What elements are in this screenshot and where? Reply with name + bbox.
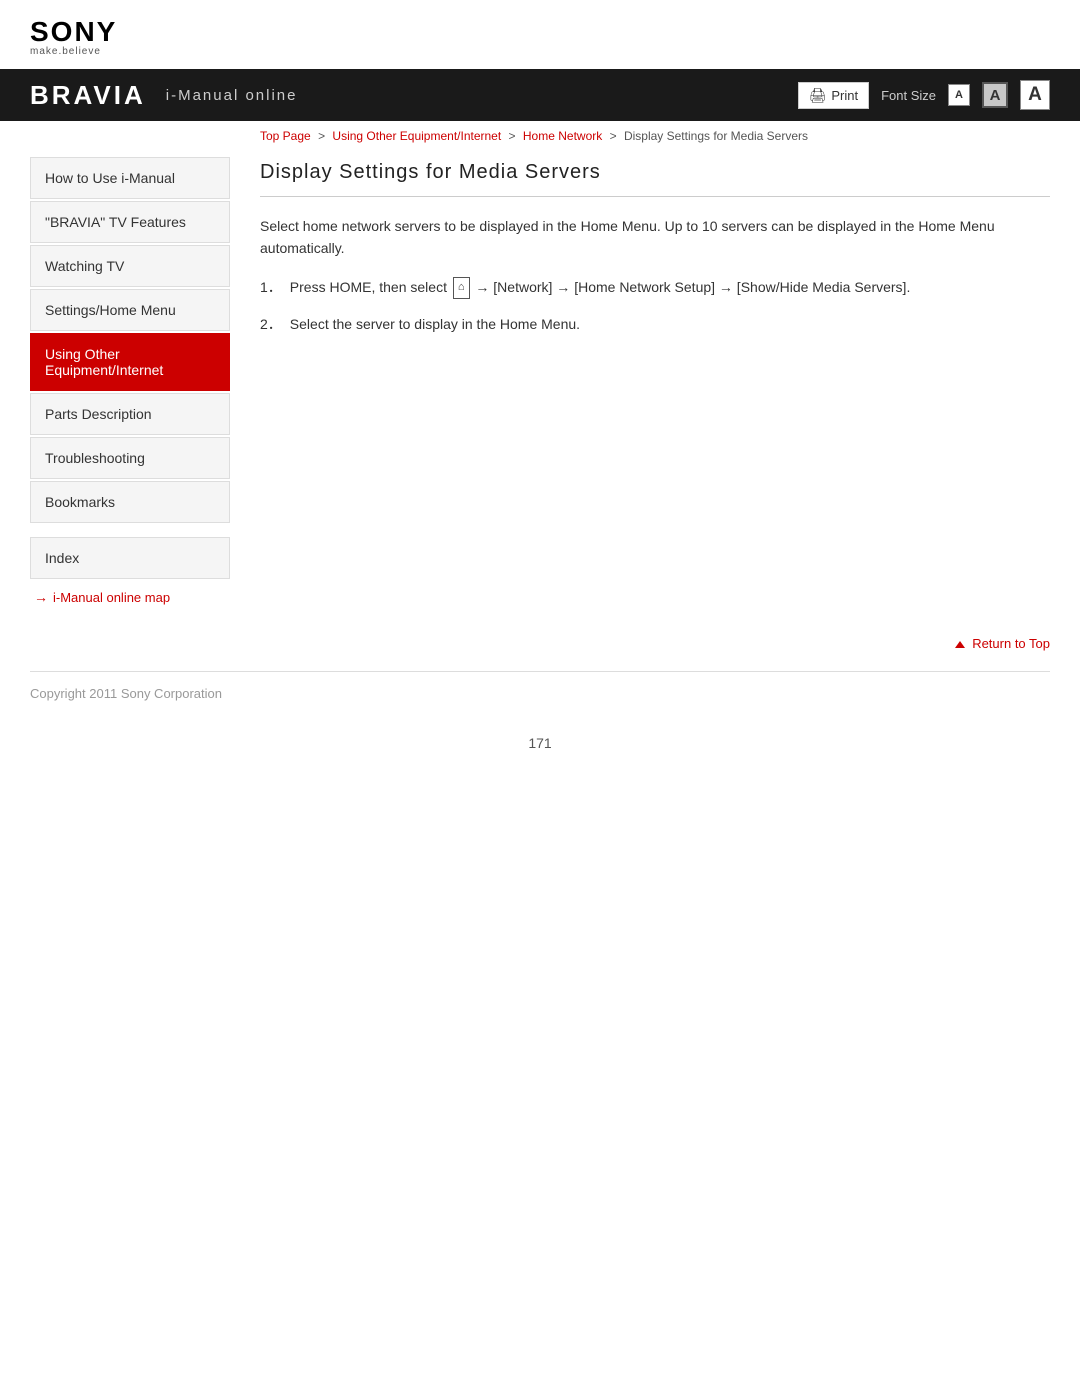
print-label: Print xyxy=(831,88,858,103)
print-button[interactable]: 🖨 Print xyxy=(798,82,870,109)
breadcrumb-equipment[interactable]: Using Other Equipment/Internet xyxy=(332,129,501,143)
font-small-button[interactable]: A xyxy=(948,84,970,106)
breadcrumb-home-network[interactable]: Home Network xyxy=(523,129,602,143)
breadcrumb-sep1: > xyxy=(318,129,325,143)
bravia-subtitle: i-Manual online xyxy=(166,87,298,104)
steps-list: 1． Press HOME, then select ⌂ → [Network]… xyxy=(260,276,1050,335)
breadcrumb-top-page[interactable]: Top Page xyxy=(260,129,311,143)
breadcrumb-sep3: > xyxy=(610,129,617,143)
breadcrumb-current: Display Settings for Media Servers xyxy=(624,129,808,143)
step-1-num: 1． xyxy=(260,276,282,299)
content-body: Select home network servers to be displa… xyxy=(260,215,1050,335)
font-size-label: Font Size xyxy=(881,88,936,103)
sidebar-item-how-to-use[interactable]: How to Use i-Manual xyxy=(30,157,230,199)
sidebar-item-watching-tv[interactable]: Watching TV xyxy=(30,245,230,287)
sidebar-item-using-other[interactable]: Using Other Equipment/Internet xyxy=(30,333,230,391)
home-icon: ⌂ xyxy=(453,277,470,299)
sony-logo: SONY make.believe xyxy=(30,18,1050,57)
copyright-text: Copyright 2011 Sony Corporation xyxy=(30,686,222,701)
print-icon: 🖨 xyxy=(809,87,827,104)
sidebar-item-bravia-features[interactable]: "BRAVIA" TV Features xyxy=(30,201,230,243)
bravia-bar: BRAVIA i-Manual online 🖨 Print Font Size… xyxy=(0,69,1080,121)
page-number: 171 xyxy=(0,715,1080,771)
bravia-logo: BRAVIA xyxy=(30,80,146,111)
bravia-right: 🖨 Print Font Size A A A xyxy=(798,80,1050,110)
font-medium-button[interactable]: A xyxy=(982,82,1008,108)
sidebar-item-bookmarks[interactable]: Bookmarks xyxy=(30,481,230,523)
top-bar: SONY make.believe xyxy=(0,0,1080,69)
step-1-text: Press HOME, then select ⌂ → [Network] → … xyxy=(290,276,1050,299)
footer: Copyright 2011 Sony Corporation xyxy=(0,672,1080,715)
sidebar-item-settings[interactable]: Settings/Home Menu xyxy=(30,289,230,331)
return-to-top-label: Return to Top xyxy=(972,636,1050,651)
arrow-right-icon: → xyxy=(34,589,48,605)
sony-tagline: make.believe xyxy=(30,47,1050,57)
font-large-button[interactable]: A xyxy=(1020,80,1050,110)
step-1: 1． Press HOME, then select ⌂ → [Network]… xyxy=(260,276,1050,299)
return-to-top-bar: Return to Top xyxy=(0,625,1080,661)
sidebar-item-troubleshooting[interactable]: Troubleshooting xyxy=(30,437,230,479)
step-2-text: Select the server to display in the Home… xyxy=(290,313,1050,335)
bravia-left: BRAVIA i-Manual online xyxy=(30,80,297,111)
breadcrumb: Top Page > Using Other Equipment/Interne… xyxy=(0,121,1080,147)
content-area: Display Settings for Media Servers Selec… xyxy=(260,157,1050,605)
sidebar-item-index[interactable]: Index xyxy=(30,537,230,579)
step-2: 2． Select the server to display in the H… xyxy=(260,313,1050,335)
map-link-label: i-Manual online map xyxy=(53,590,170,605)
sony-logo-text: SONY xyxy=(30,18,1050,46)
sidebar-item-parts[interactable]: Parts Description xyxy=(30,393,230,435)
main-container: How to Use i-Manual "BRAVIA" TV Features… xyxy=(0,157,1080,605)
sidebar: How to Use i-Manual "BRAVIA" TV Features… xyxy=(30,157,230,605)
triangle-up-icon xyxy=(955,641,965,648)
intro-paragraph: Select home network servers to be displa… xyxy=(260,215,1050,260)
page-title: Display Settings for Media Servers xyxy=(260,161,1050,197)
imanual-map-link[interactable]: → i-Manual online map xyxy=(30,589,230,605)
step-2-num: 2． xyxy=(260,313,282,335)
return-to-top-link[interactable]: Return to Top xyxy=(955,636,1050,651)
breadcrumb-sep2: > xyxy=(509,129,516,143)
